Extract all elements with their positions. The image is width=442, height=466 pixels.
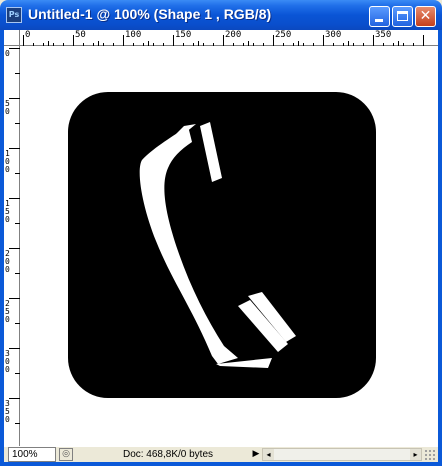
ruler-h-label-350: 350 [375, 30, 392, 40]
ruler-h-label-150: 150 [175, 30, 192, 40]
ruler-h-label-250: 250 [275, 30, 292, 40]
minimize-icon [375, 19, 383, 22]
status-menu-arrow[interactable]: ▶ [250, 448, 262, 461]
status-info-button[interactable]: ◎ [59, 448, 73, 461]
ruler-h-label-0: 0 [25, 30, 31, 40]
window-frame-right [438, 30, 442, 466]
minimize-button[interactable] [369, 6, 390, 27]
canvas-artwork [68, 92, 376, 398]
ruler-v-label-150: 150 [5, 199, 10, 224]
vertical-ruler[interactable]: 0 50 100 150 200 250 300 350 [4, 46, 20, 446]
zoom-level-field[interactable]: 100% [8, 447, 56, 462]
ruler-v-label-300: 300 [5, 349, 10, 374]
ruler-h-label-300: 300 [325, 30, 342, 40]
maximize-icon [397, 11, 408, 21]
info-icon: ◎ [62, 449, 70, 459]
close-icon: ✕ [419, 8, 432, 24]
document-canvas[interactable] [20, 46, 438, 446]
ruler-v-label-250: 250 [5, 299, 10, 324]
ruler-v-label-0: 0 [5, 49, 10, 58]
ruler-v-label-200: 200 [5, 249, 10, 274]
ruler-v-label-50: 50 [5, 99, 10, 116]
scroll-right-icon[interactable]: ▸ [410, 449, 421, 460]
horizontal-scrollbar[interactable]: ◂ ▸ [262, 448, 422, 461]
ruler-h-label-50: 50 [75, 30, 86, 40]
ruler-h-label-100: 100 [125, 30, 142, 40]
scroll-left-icon[interactable]: ◂ [263, 449, 274, 460]
window-frame-bottom [0, 462, 442, 466]
ruler-h-label-200: 200 [225, 30, 242, 40]
maximize-button[interactable] [392, 6, 413, 27]
ruler-v-label-100: 100 [5, 149, 10, 174]
window-title: Untitled-1 @ 100% (Shape 1 , RGB/8) [28, 6, 272, 22]
horizontal-ruler[interactable]: 0 50 100 150 200 250 300 350 [20, 30, 438, 46]
title-bar[interactable]: Ps Untitled-1 @ 100% (Shape 1 , RGB/8) ✕ [0, 0, 442, 30]
document-size-info[interactable]: Doc: 468,8K/0 bytes [92, 447, 244, 462]
photoshop-document-window: Ps Untitled-1 @ 100% (Shape 1 , RGB/8) ✕ [0, 0, 442, 466]
close-button[interactable]: ✕ [415, 6, 436, 27]
ruler-v-label-350: 350 [5, 399, 10, 424]
resize-grip-icon[interactable] [424, 449, 435, 460]
ruler-origin-corner[interactable] [4, 30, 20, 46]
photoshop-app-icon[interactable]: Ps [6, 7, 22, 23]
status-bar: 100% ◎ Doc: 468,8K/0 bytes ▶ ◂ ▸ [4, 446, 438, 462]
